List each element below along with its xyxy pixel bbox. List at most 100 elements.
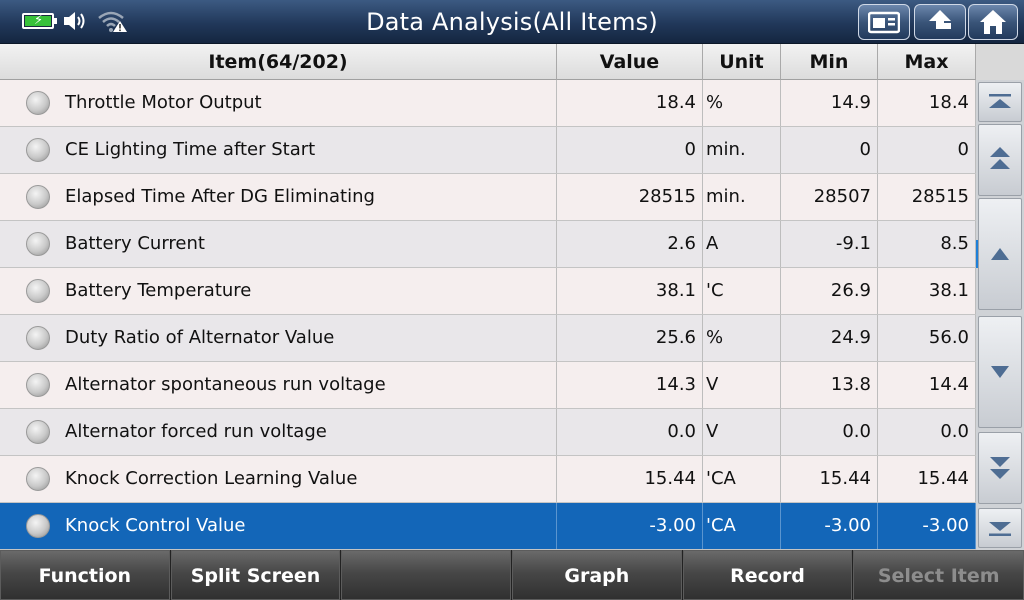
function-button[interactable]: Function bbox=[0, 550, 170, 600]
scroll-to-top-button[interactable] bbox=[978, 82, 1022, 122]
status-icons: ⚡ bbox=[22, 10, 128, 32]
record-button[interactable]: Record bbox=[682, 550, 853, 600]
item-unit: 'C bbox=[703, 268, 781, 314]
item-name: Knock Control Value bbox=[65, 515, 246, 536]
chevron-up-icon bbox=[991, 248, 1009, 260]
row-radio-button[interactable] bbox=[26, 514, 50, 538]
row-radio-button[interactable] bbox=[26, 185, 50, 209]
row-radio-button[interactable] bbox=[26, 138, 50, 162]
double-chevron-bottom-icon bbox=[989, 522, 1011, 536]
item-min: 14.9 bbox=[781, 80, 878, 126]
column-header-unit: Unit bbox=[703, 44, 781, 80]
table-row[interactable]: Duty Ratio of Alternator Value 25.6 % 24… bbox=[0, 315, 976, 362]
item-value: 0.0 bbox=[557, 409, 703, 455]
table-row-selected[interactable]: Knock Control Value -3.00 'CA -3.00 -3.0… bbox=[0, 503, 976, 550]
home-button[interactable] bbox=[968, 4, 1018, 40]
double-chevron-up-icon bbox=[990, 147, 1010, 169]
column-header-max: Max bbox=[878, 44, 976, 80]
item-min: 0.0 bbox=[781, 409, 878, 455]
title-bar: Data Analysis(All Items) ⚡ bbox=[0, 0, 1024, 44]
column-header-item[interactable]: Item(64/202) bbox=[0, 44, 557, 80]
item-max: 56.0 bbox=[878, 315, 976, 361]
item-value: 18.4 bbox=[557, 80, 703, 126]
table-header: Item(64/202) Value Unit Min Max bbox=[0, 44, 976, 80]
item-name: Battery Temperature bbox=[65, 280, 252, 301]
row-radio-button[interactable] bbox=[26, 232, 50, 256]
item-max: 18.4 bbox=[878, 80, 976, 126]
item-name: Duty Ratio of Alternator Value bbox=[65, 327, 335, 348]
item-unit: V bbox=[703, 362, 781, 408]
item-name: Alternator forced run voltage bbox=[65, 421, 327, 442]
column-header-min: Min bbox=[781, 44, 878, 80]
scroll-to-bottom-button[interactable] bbox=[978, 508, 1022, 548]
back-button[interactable] bbox=[914, 4, 966, 40]
item-unit: 'CA bbox=[703, 503, 781, 549]
table-row[interactable]: Battery Current 2.6 A -9.1 8.5 bbox=[0, 221, 976, 268]
item-unit: % bbox=[703, 80, 781, 126]
item-min: -9.1 bbox=[781, 221, 878, 267]
item-name: Battery Current bbox=[65, 233, 205, 254]
page-up-button[interactable] bbox=[978, 124, 1022, 196]
select-item-button[interactable]: Select Item bbox=[853, 550, 1024, 600]
table-row[interactable]: Alternator forced run voltage 0.0 V 0.0 … bbox=[0, 409, 976, 456]
screenshot-button[interactable] bbox=[858, 4, 910, 40]
column-header-value: Value bbox=[557, 44, 703, 80]
item-max: 14.4 bbox=[878, 362, 976, 408]
item-value: 15.44 bbox=[557, 456, 703, 502]
speaker-icon bbox=[64, 12, 85, 30]
double-chevron-top-icon bbox=[989, 94, 1011, 108]
item-unit: min. bbox=[703, 127, 781, 173]
item-name: CE Lighting Time after Start bbox=[65, 139, 316, 160]
item-max: 8.5 bbox=[878, 221, 976, 267]
data-table: Item(64/202) Value Unit Min Max Throttle… bbox=[0, 44, 1024, 550]
item-name: Knock Correction Learning Value bbox=[65, 468, 358, 489]
item-value: 0 bbox=[557, 127, 703, 173]
table-row[interactable]: Elapsed Time After DG Eliminating 28515 … bbox=[0, 174, 976, 221]
row-radio-button[interactable] bbox=[26, 91, 50, 115]
chevron-down-icon bbox=[991, 366, 1009, 378]
double-chevron-down-icon bbox=[990, 457, 1010, 479]
item-name: Alternator spontaneous run voltage bbox=[65, 374, 386, 395]
row-radio-button[interactable] bbox=[26, 373, 50, 397]
graph-button[interactable]: Graph bbox=[512, 550, 682, 600]
item-unit: % bbox=[703, 315, 781, 361]
scroll-up-button[interactable] bbox=[978, 198, 1022, 310]
table-row[interactable]: Knock Correction Learning Value 15.44 'C… bbox=[0, 456, 976, 503]
item-min: 26.9 bbox=[781, 268, 878, 314]
item-min: 28507 bbox=[781, 174, 878, 220]
item-min: -3.00 bbox=[781, 503, 878, 549]
item-max: 38.1 bbox=[878, 268, 976, 314]
item-value: -3.00 bbox=[557, 503, 703, 549]
item-value: 28515 bbox=[557, 174, 703, 220]
table-row[interactable]: Battery Temperature 38.1 'C 26.9 38.1 bbox=[0, 268, 976, 315]
empty-toolbar-button[interactable] bbox=[341, 550, 512, 600]
row-radio-button[interactable] bbox=[26, 467, 50, 491]
split-screen-button[interactable]: Split Screen bbox=[170, 550, 341, 600]
page-down-button[interactable] bbox=[978, 432, 1022, 504]
bottom-toolbar: Function Split Screen Graph Record Selec… bbox=[0, 550, 1024, 600]
item-max: -3.00 bbox=[878, 503, 976, 549]
item-min: 24.9 bbox=[781, 315, 878, 361]
arrow-up-return-icon bbox=[929, 10, 951, 29]
table-row[interactable]: CE Lighting Time after Start 0 min. 0 0 bbox=[0, 127, 976, 174]
item-unit: A bbox=[703, 221, 781, 267]
row-radio-button[interactable] bbox=[26, 279, 50, 303]
item-min: 15.44 bbox=[781, 456, 878, 502]
item-max: 0 bbox=[878, 127, 976, 173]
item-unit: V bbox=[703, 409, 781, 455]
item-value: 14.3 bbox=[557, 362, 703, 408]
table-body: Throttle Motor Output 18.4 % 14.9 18.4 C… bbox=[0, 80, 976, 550]
item-value: 25.6 bbox=[557, 315, 703, 361]
row-radio-button[interactable] bbox=[26, 326, 50, 350]
table-row[interactable]: Alternator spontaneous run voltage 14.3 … bbox=[0, 362, 976, 409]
item-min: 13.8 bbox=[781, 362, 878, 408]
item-value: 38.1 bbox=[557, 268, 703, 314]
item-value: 2.6 bbox=[557, 221, 703, 267]
scroll-down-button[interactable] bbox=[978, 316, 1022, 428]
table-row[interactable]: Throttle Motor Output 18.4 % 14.9 18.4 bbox=[0, 80, 976, 127]
wifi-warning-icon bbox=[98, 11, 127, 32]
row-radio-button[interactable] bbox=[26, 420, 50, 444]
camera-card-icon bbox=[868, 11, 900, 34]
item-max: 15.44 bbox=[878, 456, 976, 502]
scroll-controls bbox=[976, 80, 1024, 550]
